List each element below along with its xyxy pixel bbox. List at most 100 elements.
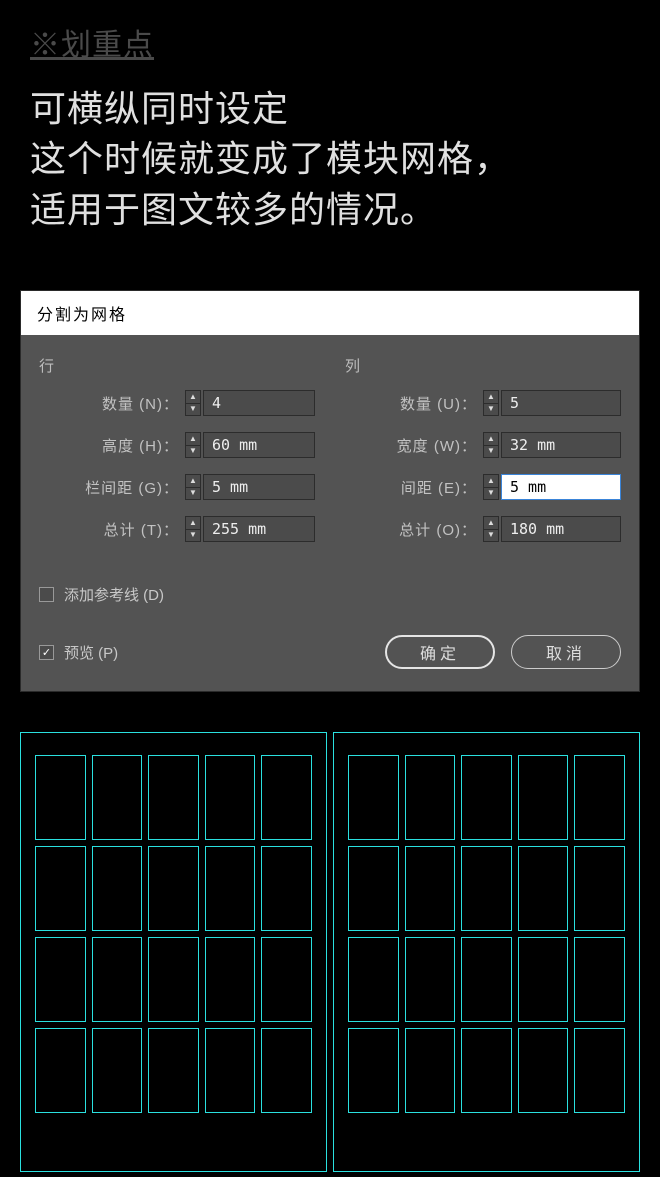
grid-cell: [35, 755, 86, 840]
chevron-up-icon[interactable]: ▲: [185, 474, 201, 487]
rows-section-title: 行: [39, 355, 315, 376]
row-height-label: 高度 (H)：: [102, 435, 179, 456]
chevron-up-icon[interactable]: ▲: [483, 516, 499, 529]
row-count-field: 数量 (N)： ▲ ▼: [39, 390, 315, 416]
col-total-stepper[interactable]: ▲ ▼: [483, 516, 499, 542]
col-gap-input[interactable]: [501, 474, 621, 500]
row-height-stepper[interactable]: ▲ ▼: [185, 432, 201, 458]
grid-cell: [405, 937, 456, 1022]
chevron-down-icon[interactable]: ▼: [483, 487, 499, 501]
dialog-title: 分割为网格: [21, 291, 639, 335]
grid-cell: [405, 846, 456, 931]
col-width-stepper[interactable]: ▲ ▼: [483, 432, 499, 458]
col-gap-field: 间距 (E)： ▲ ▼: [345, 474, 621, 500]
chevron-up-icon[interactable]: ▲: [483, 474, 499, 487]
columns-section-title: 列: [345, 355, 621, 376]
grid-cell: [461, 846, 512, 931]
col-gap-stepper[interactable]: ▲ ▼: [483, 474, 499, 500]
chevron-up-icon[interactable]: ▲: [483, 432, 499, 445]
grid-cell: [574, 937, 625, 1022]
grid-cell: [348, 1028, 399, 1113]
chevron-down-icon[interactable]: ▼: [483, 529, 499, 543]
chevron-down-icon[interactable]: ▼: [185, 445, 201, 459]
headline-line1: 可横纵同时设定: [30, 84, 630, 134]
grid-cell: [92, 846, 143, 931]
key-point-tag: ※划重点: [30, 20, 630, 64]
grid-cell: [574, 755, 625, 840]
row-total-stepper[interactable]: ▲ ▼: [185, 516, 201, 542]
grid-cell: [205, 755, 256, 840]
grid-cell: [148, 937, 199, 1022]
grid-cell: [574, 846, 625, 931]
grid-cell: [261, 937, 312, 1022]
grid-cell: [92, 1028, 143, 1113]
grid-cell: [35, 1028, 86, 1113]
grid-cell: [35, 846, 86, 931]
headline-line2: 这个时候就变成了模块网格，: [30, 134, 630, 184]
row-gutter-stepper[interactable]: ▲ ▼: [185, 474, 201, 500]
cancel-button[interactable]: 取消: [511, 635, 621, 669]
chevron-up-icon[interactable]: ▲: [483, 390, 499, 403]
chevron-up-icon[interactable]: ▲: [185, 516, 201, 529]
grid-cell: [205, 846, 256, 931]
grid-cell: [148, 1028, 199, 1113]
grid-cell: [518, 937, 569, 1022]
grid-cell: [261, 846, 312, 931]
grid-preview: [20, 732, 640, 1172]
columns-section: 列 数量 (U)： ▲ ▼ 宽度 (W)： ▲ ▼: [345, 355, 621, 558]
grid-cell: [518, 755, 569, 840]
grid-cell: [405, 755, 456, 840]
grid-cell: [518, 846, 569, 931]
grid-cell: [348, 937, 399, 1022]
preview-checkbox[interactable]: [39, 645, 54, 660]
headline: 可横纵同时设定 这个时候就变成了模块网格， 适用于图文较多的情况。: [30, 84, 630, 235]
chevron-down-icon[interactable]: ▼: [185, 487, 201, 501]
chevron-down-icon[interactable]: ▼: [483, 445, 499, 459]
col-count-field: 数量 (U)： ▲ ▼: [345, 390, 621, 416]
chevron-down-icon[interactable]: ▼: [185, 403, 201, 417]
col-gap-label: 间距 (E)：: [401, 477, 477, 498]
chevron-down-icon[interactable]: ▼: [483, 403, 499, 417]
preview-label: 预览 (P): [64, 642, 118, 663]
grid-cell: [92, 755, 143, 840]
row-count-label: 数量 (N)：: [102, 393, 179, 414]
chevron-up-icon[interactable]: ▲: [185, 432, 201, 445]
grid-cell: [205, 937, 256, 1022]
grid-cell: [148, 755, 199, 840]
ok-button[interactable]: 确定: [385, 635, 495, 669]
col-count-stepper[interactable]: ▲ ▼: [483, 390, 499, 416]
row-total-label: 总计 (T)：: [104, 519, 179, 540]
grid-cell: [92, 937, 143, 1022]
split-into-grid-dialog: 分割为网格 行 数量 (N)： ▲ ▼ 高度 (H)： ▲: [20, 290, 640, 692]
grid-cell: [405, 1028, 456, 1113]
row-height-field: 高度 (H)： ▲ ▼: [39, 432, 315, 458]
col-count-label: 数量 (U)：: [400, 393, 477, 414]
col-total-input[interactable]: [501, 516, 621, 542]
col-total-label: 总计 (O)：: [399, 519, 477, 540]
grid-page-left: [20, 732, 327, 1172]
add-guides-row[interactable]: 添加参考线 (D): [39, 584, 621, 605]
row-count-input[interactable]: [203, 390, 315, 416]
col-width-input[interactable]: [501, 432, 621, 458]
chevron-down-icon[interactable]: ▼: [185, 529, 201, 543]
grid-cell: [574, 1028, 625, 1113]
chevron-up-icon[interactable]: ▲: [185, 390, 201, 403]
col-width-label: 宽度 (W)：: [397, 435, 477, 456]
row-gutter-label: 栏间距 (G)：: [85, 477, 179, 498]
grid-cell: [348, 755, 399, 840]
grid-cell: [148, 846, 199, 931]
col-count-input[interactable]: [501, 390, 621, 416]
grid-cell: [261, 755, 312, 840]
row-height-input[interactable]: [203, 432, 315, 458]
col-total-field: 总计 (O)： ▲ ▼: [345, 516, 621, 542]
grid-cell: [461, 755, 512, 840]
preview-row[interactable]: 预览 (P): [39, 642, 118, 663]
grid-cell: [518, 1028, 569, 1113]
grid-cell: [261, 1028, 312, 1113]
add-guides-label: 添加参考线 (D): [64, 584, 164, 605]
grid-cell: [461, 1028, 512, 1113]
row-gutter-input[interactable]: [203, 474, 315, 500]
row-total-input[interactable]: [203, 516, 315, 542]
row-count-stepper[interactable]: ▲ ▼: [185, 390, 201, 416]
add-guides-checkbox[interactable]: [39, 587, 54, 602]
